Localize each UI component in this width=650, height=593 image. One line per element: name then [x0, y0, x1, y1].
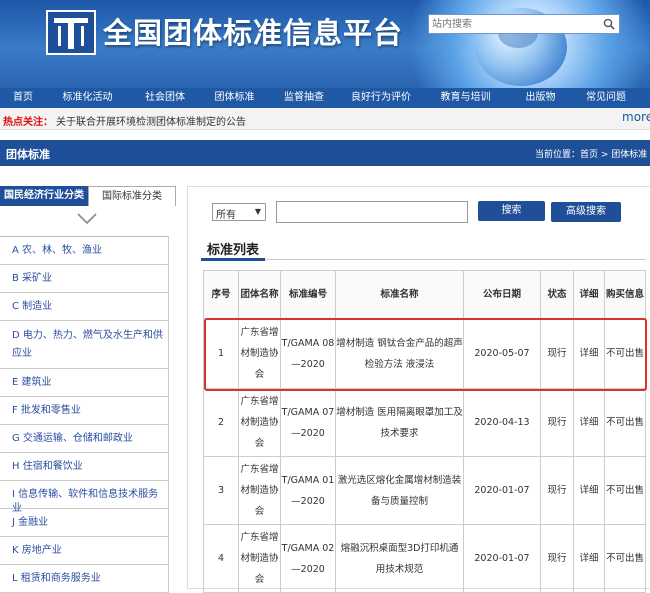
sidebar-item-a[interactable]: A 农、林、牧、渔业: [0, 237, 168, 265]
row-status: 现行: [540, 388, 574, 457]
sidebar-item-d[interactable]: D 电力、热力、燃气及水生产和供应业: [0, 321, 168, 369]
sidebar-item-k[interactable]: K 房地产业: [0, 537, 168, 565]
row-name: 增材制造 医用隔离眼罩加工及技术要求: [335, 388, 464, 457]
sidebar-item-g[interactable]: G 交通运输、仓储和邮政业: [0, 425, 168, 453]
row-date: 2020-01-07: [463, 524, 541, 593]
site-search: [428, 14, 620, 34]
nav-organizations[interactable]: 社会团体: [129, 88, 201, 108]
table-row: 1 广东省增材制造协会 T/GAMA 08—2020 增材制造 钢钛合金产品的超…: [203, 318, 646, 389]
row-no: 1: [203, 318, 239, 389]
row-name: 熔融沉积桌面型3D打印机通用技术规范: [335, 524, 464, 593]
col-header-name: 标准名称: [335, 270, 464, 319]
select-arrow-icon: ▼: [254, 207, 261, 216]
site-title: 全国团体标准信息平台: [103, 16, 404, 50]
hot-link[interactable]: 关于联合开展环境检测团体标准制定的公告: [56, 113, 246, 128]
table-row: 2 广东省增材制造协会 T/GAMA 07—2020 增材制造 医用隔离眼罩加工…: [203, 388, 646, 457]
row-no: 4: [203, 524, 239, 593]
sidebar-item-e[interactable]: E 建筑业: [0, 369, 168, 397]
row-status: 现行: [540, 524, 574, 593]
t-logo-icon[interactable]: [46, 10, 96, 55]
row-code: T/GAMA 02—2020: [280, 524, 336, 593]
detail-link[interactable]: 详细: [573, 388, 605, 457]
col-header-code: 标准编号: [280, 270, 336, 319]
row-no: 2: [203, 388, 239, 457]
detail-link[interactable]: 详细: [573, 456, 605, 525]
main-nav: 首页 标准化活动 社会团体 团体标准 监督抽查 良好行为评价 教育与培训 出版物…: [0, 88, 650, 108]
table-header-row: 序号 团体名称 标准编号 标准名称 公布日期 状态 详细 购买信息: [203, 270, 646, 319]
nav-good-behavior[interactable]: 良好行为评价: [340, 88, 422, 108]
col-header-detail: 详细: [573, 270, 605, 319]
row-name: 激光选区熔化金属增材制造装备与质量控制: [335, 456, 464, 525]
list-title: 标准列表: [207, 243, 260, 258]
standards-table: 序号 团体名称 标准编号 标准名称 公布日期 状态 详细 购买信息 1 广东省增…: [203, 270, 646, 593]
tab-industry-classification[interactable]: 国民经济行业分类: [0, 186, 88, 206]
category-select-value: 所有: [216, 210, 236, 221]
sidebar-item-j[interactable]: J 金融业: [0, 509, 168, 537]
breadcrumb[interactable]: 当前位置：首页 > 团体标准: [535, 147, 647, 160]
category-select[interactable]: 所有 ▼: [212, 203, 266, 221]
row-org: 广东省增材制造协会: [238, 524, 281, 593]
col-header-no: 序号: [203, 270, 239, 319]
row-status: 现行: [540, 456, 574, 525]
nav-publications[interactable]: 出版物: [509, 88, 572, 108]
industry-list: A 农、林、牧、渔业 B 采矿业 C 制造业 D 电力、热力、燃气及水生产和供应…: [0, 236, 169, 593]
sidebar-item-h[interactable]: H 住宿和餐饮业: [0, 453, 168, 481]
nav-group-standards[interactable]: 团体标准: [201, 88, 268, 108]
sidebar-item-b[interactable]: B 采矿业: [0, 265, 168, 293]
row-date: 2020-01-07: [463, 456, 541, 525]
row-buy-info: 不可出售: [604, 456, 646, 525]
row-buy-info: 不可出售: [604, 388, 646, 457]
detail-link[interactable]: 详细: [573, 524, 605, 593]
list-title-accent: [201, 258, 265, 261]
chevron-down-icon[interactable]: [76, 212, 98, 226]
row-org: 广东省增材制造协会: [238, 388, 281, 457]
row-status: 现行: [540, 318, 574, 389]
row-date: 2020-04-13: [463, 388, 541, 457]
row-code: T/GAMA 07—2020: [280, 388, 336, 457]
table-row: 3 广东省增材制造协会 T/GAMA 01—2020 激光选区熔化金属增材制造装…: [203, 456, 646, 525]
nav-home[interactable]: 首页: [0, 88, 46, 108]
row-no: 3: [203, 456, 239, 525]
detail-link[interactable]: 详细: [573, 318, 605, 389]
tab-international-classification[interactable]: 国际标准分类: [88, 186, 176, 206]
row-code: T/GAMA 08—2020: [280, 318, 336, 389]
list-title-divider: [201, 259, 646, 260]
row-name: 增材制造 钢钛合金产品的超声检验方法 液浸法: [335, 318, 464, 389]
nav-standardization[interactable]: 标准化活动: [46, 88, 129, 108]
section-header: 团体标准 当前位置：首页 > 团体标准: [0, 140, 650, 166]
keyword-input[interactable]: [276, 201, 468, 223]
more-link[interactable]: more: [622, 110, 650, 124]
row-org: 广东省增材制造协会: [238, 318, 281, 389]
row-buy-info: 不可出售: [604, 524, 646, 593]
row-date: 2020-05-07: [463, 318, 541, 389]
row-org: 广东省增材制造协会: [238, 456, 281, 525]
search-button[interactable]: 搜索: [478, 201, 545, 221]
search-icon[interactable]: [603, 18, 615, 30]
table-row: 4 广东省增材制造协会 T/GAMA 02—2020 熔融沉积桌面型3D打印机通…: [203, 524, 646, 593]
row-buy-info: 不可出售: [604, 318, 646, 389]
section-title: 团体标准: [6, 148, 50, 161]
col-header-buy: 购买信息: [604, 270, 646, 319]
category-tabs: 国民经济行业分类 国际标准分类: [0, 186, 180, 206]
hot-label: 热点关注：: [3, 117, 53, 128]
sidebar-item-c[interactable]: C 制造业: [0, 293, 168, 321]
header-banner: 全国团体标准信息平台: [0, 0, 650, 88]
sidebar-item-f[interactable]: F 批发和零售业: [0, 397, 168, 425]
col-header-status: 状态: [540, 270, 574, 319]
row-code: T/GAMA 01—2020: [280, 456, 336, 525]
search-input[interactable]: [429, 15, 599, 33]
advanced-search-button[interactable]: 高级搜索: [551, 202, 621, 222]
col-header-date: 公布日期: [463, 270, 541, 319]
hot-topics-bar: 热点关注： 关于联合开展环境检测团体标准制定的公告 more: [0, 108, 650, 130]
nav-supervision[interactable]: 监督抽查: [268, 88, 340, 108]
nav-faq[interactable]: 常见问题: [572, 88, 640, 108]
sidebar-item-i[interactable]: I 信息传输、软件和信息技术服务业: [0, 481, 168, 514]
nav-education[interactable]: 教育与培训: [422, 88, 509, 108]
col-header-org: 团体名称: [238, 270, 281, 319]
